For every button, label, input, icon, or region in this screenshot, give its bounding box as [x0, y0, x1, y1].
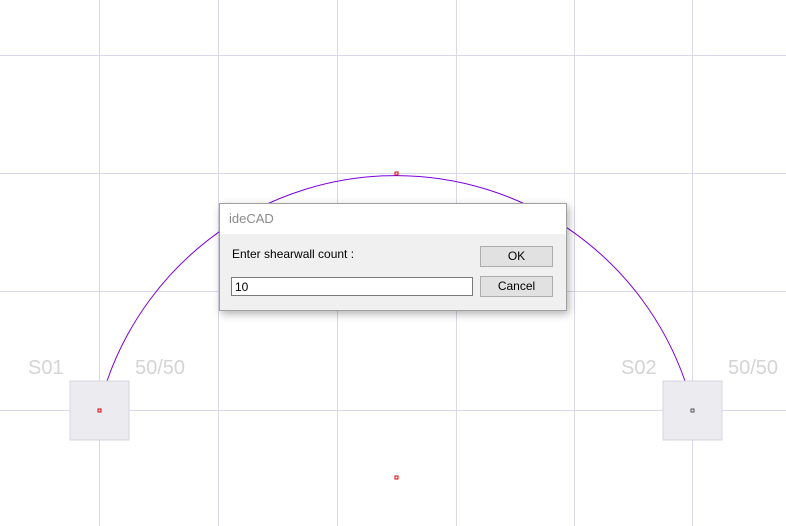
column-s01[interactable] — [69, 380, 130, 441]
column-s02[interactable] — [662, 380, 723, 441]
column-label-s02: S02 — [621, 357, 657, 379]
shearwall-count-input[interactable] — [231, 277, 473, 296]
dialog-prompt: Enter shearwall count : — [232, 247, 355, 261]
cancel-button[interactable]: Cancel — [480, 276, 553, 297]
ok-button[interactable]: OK — [480, 246, 553, 267]
arc-center-point — [394, 475, 399, 480]
column-size-s02: 50/50 — [728, 357, 779, 379]
shearwall-count-dialog: ideCAD Enter shearwall count : OK Cancel — [219, 203, 567, 311]
column-size-s01: 50/50 — [135, 357, 186, 379]
column-label-s01: S01 — [28, 357, 64, 379]
dialog-title: ideCAD — [220, 204, 566, 234]
